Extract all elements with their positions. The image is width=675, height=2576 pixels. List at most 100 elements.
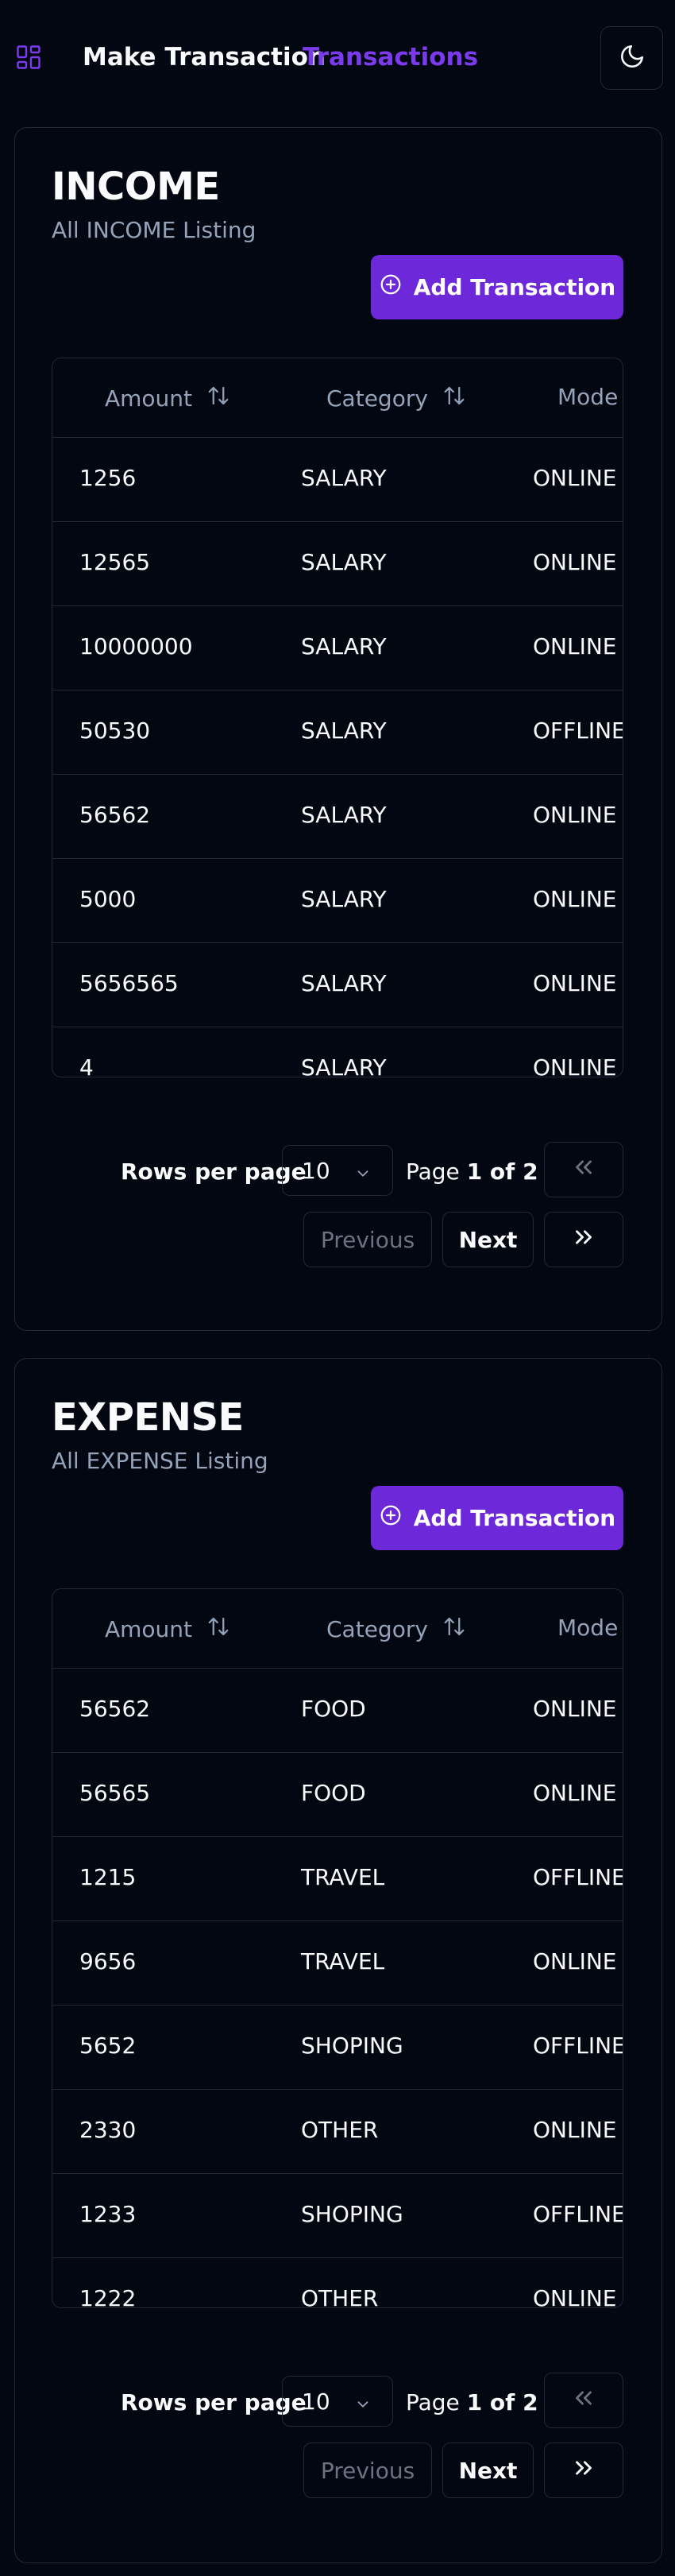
cell-category: SALARY [301,633,387,659]
column-label: Category [326,385,428,412]
cell-mode: OFFLINE [533,2201,623,2227]
cell-category: SALARY [301,465,387,491]
column-label: Category [326,1616,428,1642]
cell-amount: 4 [79,1054,94,1077]
chevron-down-icon [354,1162,372,1188]
chevron-down-icon [354,2392,372,2419]
cell-category: OTHER [301,2117,379,2143]
cell-category: SALARY [301,970,387,996]
table-row: 56562 SALARY ONLINE [52,775,623,859]
cell-amount: 9656 [79,1948,137,1975]
rows-per-page-label: Rows per page [121,2389,307,2415]
column-label: Mode [557,1615,619,1641]
cell-amount: 1222 [79,2285,137,2308]
table-row: 9656 TRAVEL ONLINE [52,1921,623,2005]
rows-per-page-select[interactable]: 10 [282,1145,393,1196]
cell-amount: 10000000 [79,633,193,659]
last-page-button[interactable] [544,2443,623,2498]
add-transaction-label: Add Transaction [413,1505,616,1531]
cell-mode: ONLINE [533,1054,617,1077]
theme-toggle-button[interactable] [600,26,663,90]
column-header-category[interactable]: Category [326,1615,466,1644]
cell-category: TRAVEL [301,1864,385,1890]
column-label: Amount [105,385,193,412]
column-header-amount[interactable]: Amount [105,1615,230,1644]
next-page-button[interactable]: Next [442,1212,534,1267]
cell-category: TRAVEL [301,1948,385,1975]
cell-amount: 5652 [79,2033,137,2059]
transactions-table: Amount Category Mode 1256 SALARY ONLINE 125… [52,358,623,1077]
previous-page-button[interactable]: Previous [303,1212,432,1267]
column-label: Mode [557,384,619,410]
cell-category: SALARY [301,1054,387,1077]
sort-arrows-icon [442,384,466,413]
cell-mode: ONLINE [533,549,617,575]
table-row: 10000000 SALARY ONLINE [52,606,623,690]
add-transaction-button[interactable]: Add Transaction [371,255,623,319]
column-header-category[interactable]: Category [326,384,466,413]
chevrons-right-icon [570,1224,597,1256]
cell-mode: ONLINE [533,970,617,996]
previous-page-button[interactable]: Previous [303,2443,432,2498]
rows-per-page-label: Rows per page [121,1158,307,1185]
cell-mode: ONLINE [533,1780,617,1806]
table-row: 1233 SHOPING OFFLINE [52,2174,623,2258]
chevrons-left-icon [570,2385,597,2417]
cell-amount: 56562 [79,802,151,828]
card-title: EXPENSE [52,1395,244,1440]
cell-mode: ONLINE [533,2285,617,2308]
cell-amount: 1215 [79,1864,137,1890]
cell-mode: ONLINE [533,465,617,491]
page-indicator: Page 1 of 2 [406,1158,538,1185]
column-label: Amount [105,1616,193,1642]
column-header-amount[interactable]: Amount [105,384,230,413]
page-indicator: Page 1 of 2 [406,2389,538,2415]
cell-category: SALARY [301,717,387,744]
add-transaction-button[interactable]: Add Transaction [371,1486,623,1550]
cell-amount: 2330 [79,2117,137,2143]
table-row: 5656565 SALARY ONLINE [52,943,623,1027]
nav-link-make-transaction[interactable]: Make Transaction [83,43,326,72]
first-page-button[interactable] [544,2373,623,2428]
cell-category: SALARY [301,549,387,575]
cell-amount: 56565 [79,1780,151,1806]
cell-category: FOOD [301,1780,366,1806]
sort-arrows-icon [206,1615,230,1644]
table-row: 5652 SHOPING OFFLINE [52,2005,623,2090]
card-title: INCOME [52,164,220,209]
cell-category: SALARY [301,802,387,828]
cell-amount: 56562 [79,1696,151,1722]
chevrons-right-icon [570,2454,597,2487]
rows-per-page-select[interactable]: 10 [282,2376,393,2427]
table-row: 1256 SALARY ONLINE [52,438,623,522]
table-row: 50530 SALARY OFFLINE [52,690,623,775]
card-subtitle: All INCOME Listing [52,217,256,243]
moon-icon [619,43,646,73]
sort-arrows-icon [442,1615,466,1644]
first-page-button[interactable] [544,1142,623,1197]
cell-mode: ONLINE [533,1696,617,1722]
table-row: 56565 FOOD ONLINE [52,1753,623,1837]
top-nav: Make Transaction Transactions [0,0,675,118]
table-row: 1215 TRAVEL OFFLINE [52,1837,623,1921]
layout-grid-icon[interactable] [14,43,43,72]
income-card: INCOME All INCOME Listing Add Transactio… [14,127,662,1331]
table-row: 4 SALARY ONLINE [52,1027,623,1077]
expense-card: EXPENSE All EXPENSE Listing Add Transact… [14,1358,662,2563]
cell-mode: OFFLINE [533,2033,623,2059]
table-header: Amount Category Mode [52,358,623,438]
page-of: 1 of 2 [466,2389,538,2415]
column-header-mode[interactable]: Mode [557,384,618,410]
cell-category: OTHER [301,2285,379,2308]
chevrons-left-icon [570,1154,597,1186]
nav-link-transactions[interactable]: Transactions [303,43,478,72]
last-page-button[interactable] [544,1212,623,1267]
add-transaction-label: Add Transaction [413,274,616,300]
page-of: 1 of 2 [466,1158,538,1185]
column-header-mode[interactable]: Mode [557,1615,618,1641]
cell-amount: 1233 [79,2201,137,2227]
table-header: Amount Category Mode [52,1589,623,1669]
cell-category: SHOPING [301,2201,403,2227]
next-page-button[interactable]: Next [442,2443,534,2498]
cell-category: SHOPING [301,2033,403,2059]
